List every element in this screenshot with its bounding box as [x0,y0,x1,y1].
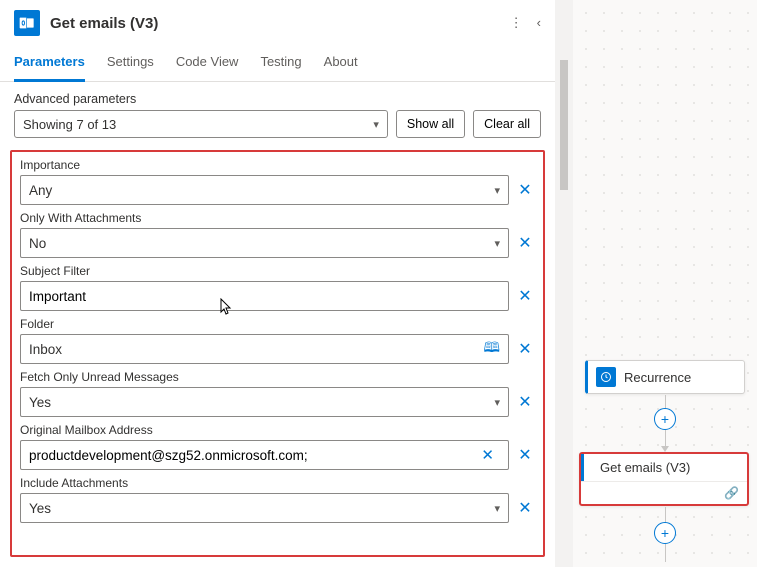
show-all-button[interactable]: Show all [396,110,465,138]
tab-bar: Parameters Settings Code View Testing Ab… [0,46,555,82]
mailbox-field[interactable] [29,448,481,463]
importance-select[interactable]: Any ▾ [20,175,509,205]
remove-folder[interactable]: ✕ [515,339,535,359]
remove-include-attachments[interactable]: ✕ [515,498,535,518]
flow-canvas[interactable]: Recurrence + Get emails (V3) 🔗 + [573,0,757,567]
importance-label: Importance [20,158,535,172]
mailbox-input[interactable]: ✕ [20,440,509,470]
chevron-down-icon: ▾ [494,396,500,409]
add-step-button[interactable]: + [654,522,676,544]
tab-settings[interactable]: Settings [107,46,154,82]
advanced-showing-dropdown[interactable]: Showing 7 of 13 ▾ [14,110,388,138]
folder-label: Folder [20,317,535,331]
advanced-label: Advanced parameters [14,92,541,106]
include-attachments-label: Include Attachments [20,476,535,490]
remove-importance[interactable]: ✕ [515,180,535,200]
chevron-down-icon: ▾ [494,184,500,197]
folder-input[interactable]: Inbox 🕮 [20,334,509,364]
subject-filter-label: Subject Filter [20,264,535,278]
subject-filter-field[interactable] [29,289,500,304]
include-attachments-select[interactable]: Yes ▾ [20,493,509,523]
scrollbar-thumb[interactable] [560,60,568,190]
chevron-down-icon: ▾ [494,237,500,250]
collapse-icon[interactable]: ‹ [537,15,541,31]
node-recurrence-label: Recurrence [624,370,691,385]
advanced-showing-text: Showing 7 of 13 [23,117,116,132]
link-icon: 🔗 [724,486,739,500]
subject-filter-input[interactable] [20,281,509,311]
remove-mailbox[interactable]: ✕ [515,445,535,465]
connector [665,544,666,562]
clear-mailbox-icon[interactable]: ✕ [481,446,494,464]
more-icon[interactable]: ⋮ [510,15,523,31]
outlook-icon [14,10,40,36]
only-attachments-select[interactable]: No ▾ [20,228,509,258]
tab-parameters[interactable]: Parameters [14,46,85,82]
panel-scrollbar[interactable] [555,0,573,567]
fetch-unread-label: Fetch Only Unread Messages [20,370,535,384]
remove-subject-filter[interactable]: ✕ [515,286,535,306]
only-attachments-label: Only With Attachments [20,211,535,225]
panel-header: Get emails (V3) ⋮ ‹ [0,0,555,46]
remove-fetch-unread[interactable]: ✕ [515,392,535,412]
chevron-down-icon: ▾ [373,118,379,131]
folder-picker-icon[interactable]: 🕮 [483,337,500,361]
panel-title: Get emails (V3) [50,15,510,32]
tab-about[interactable]: About [324,46,358,82]
fetch-unread-select[interactable]: Yes ▾ [20,387,509,417]
node-recurrence[interactable]: Recurrence [585,360,745,394]
remove-only-attachments[interactable]: ✕ [515,233,535,253]
parameters-list: Importance Any ▾ ✕ Only With Attachments… [10,150,545,557]
add-step-button[interactable]: + [654,408,676,430]
node-get-emails-label: Get emails (V3) [600,460,690,475]
tab-testing[interactable]: Testing [260,46,301,82]
mailbox-label: Original Mailbox Address [20,423,535,437]
tab-code-view[interactable]: Code View [176,46,239,82]
clock-icon [596,367,616,387]
node-get-emails[interactable]: Get emails (V3) 🔗 [579,452,749,506]
chevron-down-icon: ▾ [494,502,500,515]
clear-all-button[interactable]: Clear all [473,110,541,138]
